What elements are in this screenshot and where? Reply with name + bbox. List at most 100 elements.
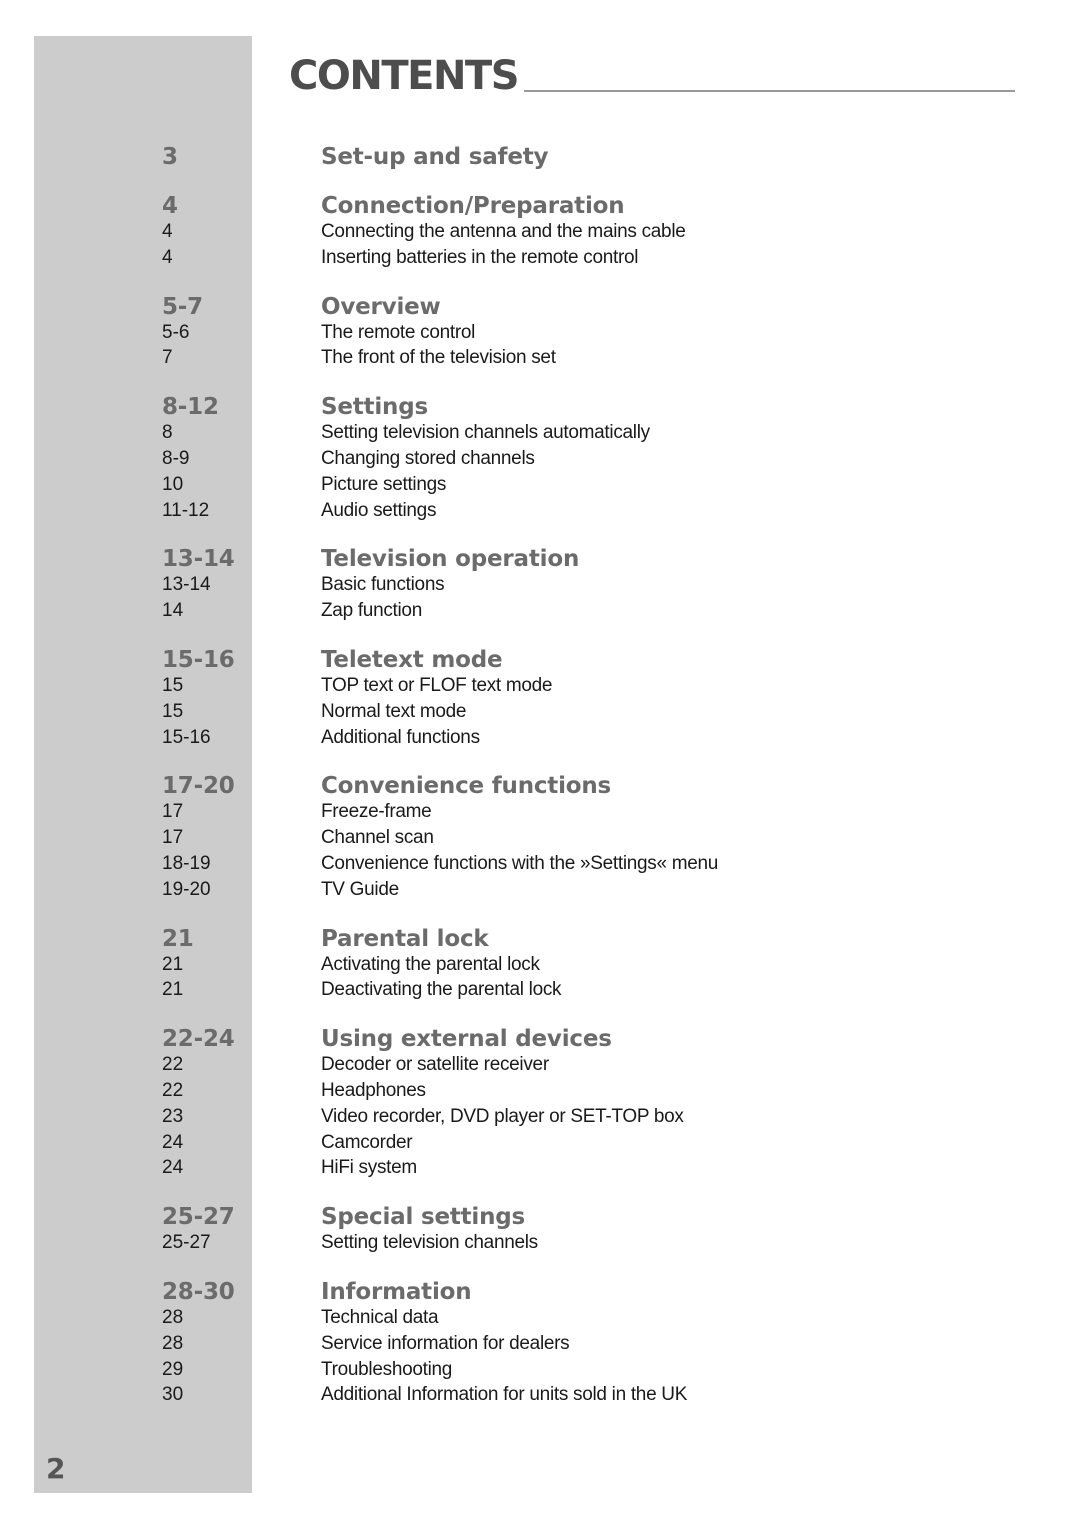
toc-entry[interactable]: 4 Inserting batteries in the remote contr… <box>0 247 1080 273</box>
toc-entry[interactable]: 11-12 Audio settings <box>0 500 1080 526</box>
section-page-range: 17-20 <box>162 773 235 800</box>
toc-entry[interactable]: 22 Headphones <box>0 1080 1080 1106</box>
toc-entry[interactable]: 21 Activating the parental lock <box>0 954 1080 980</box>
toc-section-heading[interactable]: 28-30 Information <box>0 1275 1080 1307</box>
toc-entry[interactable]: 19-20 TV Guide <box>0 879 1080 905</box>
toc-entry[interactable]: 28 Service information for dealers <box>0 1333 1080 1359</box>
toc-entry[interactable]: 15-16 Additional functions <box>0 727 1080 753</box>
entry-page-number: 4 <box>162 221 173 242</box>
toc-section-heading[interactable]: 15-16 Teletext mode <box>0 643 1080 675</box>
section-title: Information <box>321 1278 472 1305</box>
toc-section-heading[interactable]: 25-27 Special settings <box>0 1200 1080 1232</box>
toc-section-heading[interactable]: 13-14 Television operation <box>0 542 1080 574</box>
toc-entry[interactable]: 29 Troubleshooting <box>0 1359 1080 1385</box>
toc-section: 25-27 Special settings 25-27 Setting televi… <box>0 1200 1080 1275</box>
toc-entry[interactable]: 14 Zap function <box>0 600 1080 626</box>
entry-page-number: 8 <box>162 422 173 444</box>
entry-page-number: 24 <box>162 1157 184 1179</box>
toc-entry[interactable]: 5-6 The remote control <box>0 322 1080 348</box>
entry-title: Audio settings <box>321 499 437 521</box>
toc-entry[interactable]: 24 HiFi system <box>0 1157 1080 1183</box>
toc-entry[interactable]: 10 Picture settings <box>0 474 1080 500</box>
toc-entry[interactable]: 23 Video recorder, DVD player or SET-TOP … <box>0 1106 1080 1132</box>
entry-page-number: 22 <box>162 1054 184 1076</box>
toc-section: 15-16 Teletext mode 15 TOP text or FLOF tex… <box>0 643 1080 769</box>
toc-entry[interactable]: 30 Additional Information for units sold … <box>0 1384 1080 1410</box>
toc-entry[interactable]: 15 TOP text or FLOF text mode <box>0 675 1080 701</box>
entry-title: Setting television channels automaticall… <box>321 422 650 444</box>
section-page-range: 25-27 <box>162 1204 235 1231</box>
section-page-range: 4 <box>162 193 178 219</box>
toc-entry[interactable]: 22 Decoder or satellite receiver <box>0 1054 1080 1080</box>
section-page-range: 3 <box>162 144 178 170</box>
section-page-range: 8-12 <box>162 394 219 421</box>
entry-title: Camcorder <box>321 1131 413 1153</box>
toc-entry[interactable]: 17 Freeze-frame <box>0 801 1080 827</box>
toc-entry[interactable]: 17 Channel scan <box>0 827 1080 853</box>
entry-title: Changing stored channels <box>321 447 535 469</box>
toc-section-heading[interactable]: 21 Parental lock <box>0 922 1080 954</box>
section-title: Television operation <box>321 546 580 573</box>
entry-page-number: 23 <box>162 1105 184 1127</box>
entry-title: Activating the parental lock <box>321 953 540 975</box>
section-title: Settings <box>321 394 428 421</box>
toc-entry[interactable]: 28 Technical data <box>0 1307 1080 1333</box>
entry-title: Headphones <box>321 1079 426 1101</box>
entry-title: TV Guide <box>321 878 399 900</box>
toc-section-heading[interactable]: 17-20 Convenience functions <box>0 769 1080 801</box>
toc-entry[interactable]: 21 Deactivating the parental lock <box>0 979 1080 1005</box>
entry-page-number: 7 <box>162 347 173 369</box>
entry-page-number: 15 <box>162 700 184 722</box>
toc-section-heading[interactable]: 8-12 Settings <box>0 390 1080 422</box>
section-title: Parental lock <box>321 925 489 952</box>
toc-section: 3 Set-up and safety <box>0 140 1080 189</box>
entry-title: Deactivating the parental lock <box>321 979 562 1001</box>
toc-entry[interactable]: 8 Setting television channels automatical… <box>0 422 1080 448</box>
entry-page-number: 25-27 <box>162 1232 211 1254</box>
entry-title: Inserting batteries in the remote contro… <box>321 246 639 268</box>
toc-entry[interactable]: 18-19 Convenience functions with the »Set… <box>0 853 1080 879</box>
toc-entry[interactable]: 24 Camcorder <box>0 1132 1080 1158</box>
toc-section: 13-14 Television operation 13-14 Basic func… <box>0 542 1080 643</box>
section-page-range: 5-7 <box>162 293 203 320</box>
toc-entry[interactable]: 15 Normal text mode <box>0 701 1080 727</box>
entry-title: Service information for dealers <box>321 1332 570 1354</box>
section-page-range: 28-30 <box>162 1278 235 1305</box>
entry-page-number: 13-14 <box>162 574 211 596</box>
entry-page-number: 17 <box>162 827 184 849</box>
entry-title: Connecting the antenna and the mains cab… <box>321 221 686 242</box>
toc-entry[interactable]: 25-27 Setting television channels <box>0 1232 1080 1258</box>
section-title: Teletext mode <box>321 646 503 673</box>
entry-page-number: 19-20 <box>162 878 211 900</box>
toc-section-heading[interactable]: 4 Connection/Preparation <box>0 189 1080 221</box>
toc-entry[interactable]: 13-14 Basic functions <box>0 574 1080 600</box>
toc-entry[interactable]: 4 Connecting the antenna and the mains ca… <box>0 221 1080 247</box>
toc-section: 8-12 Settings 8 Setting television channels… <box>0 390 1080 542</box>
entry-page-number: 5-6 <box>162 321 190 343</box>
entry-title: Channel scan <box>321 827 434 849</box>
entry-title: The front of the television set <box>321 347 556 369</box>
toc-section: 17-20 Convenience functions 17 Freeze-frame… <box>0 769 1080 921</box>
toc-entry[interactable]: 8-9 Changing stored channels <box>0 448 1080 474</box>
entry-title: Picture settings <box>321 473 447 495</box>
entry-page-number: 8-9 <box>162 447 190 469</box>
entry-page-number: 21 <box>162 979 184 1001</box>
toc-section: 4 Connection/Preparation 4 Connecting the a… <box>0 189 1080 290</box>
toc-section-heading[interactable]: 22-24 Using external devices <box>0 1022 1080 1054</box>
section-title: Connection/Preparation <box>321 193 625 219</box>
entry-title: Normal text mode <box>321 700 467 722</box>
page-number: 2 <box>46 1452 66 1485</box>
toc-section-heading[interactable]: 3 Set-up and safety <box>0 140 1080 172</box>
entry-title: Convenience functions with the »Settings… <box>321 852 719 874</box>
entry-page-number: 21 <box>162 953 184 975</box>
entry-page-number: 28 <box>162 1306 184 1328</box>
entry-page-number: 17 <box>162 801 184 823</box>
toc-section-heading[interactable]: 5-7 Overview <box>0 290 1080 322</box>
toc-entry[interactable]: 7 The front of the television set <box>0 347 1080 373</box>
